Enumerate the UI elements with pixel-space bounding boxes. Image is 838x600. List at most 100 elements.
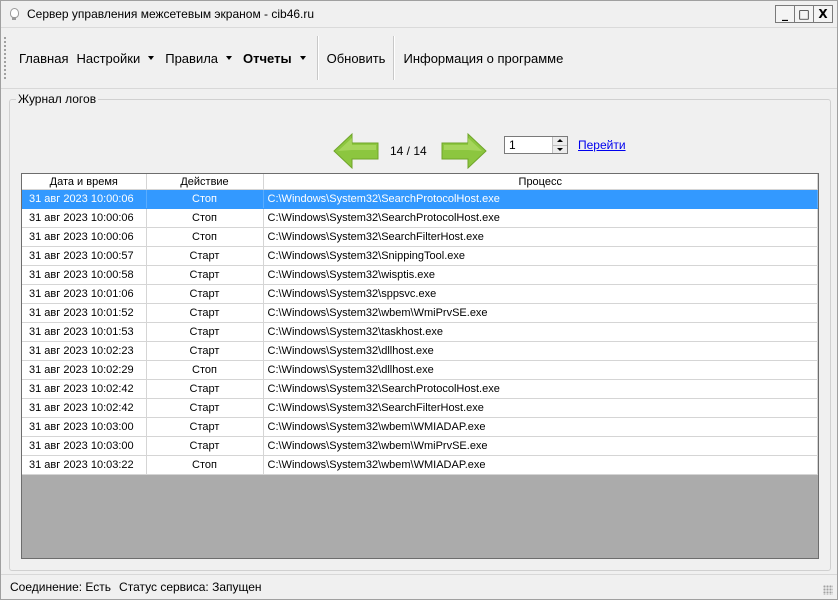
- cell-datetime[interactable]: 31 авг 2023 10:03:00: [22, 417, 147, 437]
- cell-action[interactable]: Старт: [146, 246, 264, 266]
- cell-datetime[interactable]: 31 авг 2023 10:00:06: [22, 189, 147, 209]
- service-status: Статус сервиса: Запущен: [119, 580, 262, 594]
- column-header-action[interactable]: Действие: [146, 174, 264, 190]
- menu-separator: [316, 36, 319, 80]
- maximize-button[interactable]: □: [794, 5, 814, 23]
- arrow-right-icon[interactable]: [438, 132, 488, 170]
- cell-action[interactable]: Старт: [146, 322, 264, 342]
- cell-process[interactable]: C:\Windows\System32\wbem\WmiPrvSE.exe: [263, 436, 818, 456]
- table-row[interactable]: 31 авг 2023 10:02:42 Старт C:\Windows\Syst…: [22, 398, 818, 418]
- chevron-up-icon: [557, 139, 563, 143]
- cell-datetime[interactable]: 31 авг 2023 10:01:53: [22, 322, 147, 342]
- table-row[interactable]: 31 авг 2023 10:00:06 Стоп C:\Windows\Syste…: [22, 189, 818, 209]
- log-groupbox: Журнал логов 14 / 14 1 Перейти Дата и вр…: [9, 92, 831, 571]
- chevron-down-icon: [148, 56, 155, 60]
- menu-rules[interactable]: Правила: [161, 47, 239, 69]
- cell-process[interactable]: C:\Windows\System32\SearchProtocolHost.e…: [263, 189, 818, 209]
- table-row[interactable]: 31 авг 2023 10:01:52 Старт C:\Windows\Syst…: [22, 303, 818, 323]
- cell-process[interactable]: C:\Windows\System32\SearchProtocolHost.e…: [263, 208, 818, 228]
- cell-action[interactable]: Старт: [146, 284, 264, 304]
- cell-action[interactable]: Стоп: [146, 360, 264, 380]
- cell-action[interactable]: Старт: [146, 398, 264, 418]
- status-bar: Соединение: Есть Статус сервиса: Запущен: [1, 574, 837, 599]
- menu-reports[interactable]: Отчеты: [239, 47, 313, 69]
- stepper-up-button[interactable]: [553, 137, 567, 145]
- cell-process[interactable]: C:\Windows\System32\SearchFilterHost.exe: [263, 227, 818, 247]
- cell-process[interactable]: C:\Windows\System32\dllhost.exe: [263, 360, 818, 380]
- chevron-down-icon: [299, 56, 306, 60]
- cell-process[interactable]: C:\Windows\System32\taskhost.exe: [263, 322, 818, 342]
- table-row[interactable]: 31 авг 2023 10:02:29 Стоп C:\Windows\Syste…: [22, 360, 818, 380]
- stepper-buttons: [552, 137, 567, 153]
- title-bar: Сервер управления межсетевым экраном - c…: [1, 1, 837, 28]
- table-row[interactable]: 31 авг 2023 10:00:58 Старт C:\Windows\Syst…: [22, 265, 818, 285]
- cell-process[interactable]: C:\Windows\System32\wbem\WMIADAP.exe: [263, 417, 818, 437]
- table-row[interactable]: 31 авг 2023 10:01:06 Старт C:\Windows\Syst…: [22, 284, 818, 304]
- app-window: Сервер управления межсетевым экраном - c…: [0, 0, 838, 600]
- cell-datetime[interactable]: 31 авг 2023 10:02:42: [22, 398, 147, 418]
- table-row[interactable]: 31 авг 2023 10:01:53 Старт C:\Windows\Syst…: [22, 322, 818, 342]
- menu-about[interactable]: Информация о программе: [399, 47, 567, 69]
- log-group-label: Журнал логов: [16, 92, 99, 106]
- menu-home[interactable]: Главная: [15, 47, 72, 69]
- cell-action[interactable]: Старт: [146, 265, 264, 285]
- cell-process[interactable]: C:\Windows\System32\SnippingTool.exe: [263, 246, 818, 266]
- cell-action[interactable]: Стоп: [146, 208, 264, 228]
- connection-status: Соединение: Есть: [10, 580, 112, 594]
- column-header-process[interactable]: Процесс: [263, 174, 818, 190]
- minimize-button[interactable]: _: [775, 5, 795, 23]
- cell-process[interactable]: C:\Windows\System32\sppsvc.exe: [263, 284, 818, 304]
- cell-datetime[interactable]: 31 авг 2023 10:00:57: [22, 246, 147, 266]
- cell-process[interactable]: C:\Windows\System32\SearchProtocolHost.e…: [263, 379, 818, 399]
- goto-link[interactable]: Перейти: [578, 138, 626, 152]
- cell-action[interactable]: Стоп: [146, 227, 264, 247]
- window-title: Сервер управления межсетевым экраном - c…: [27, 7, 315, 21]
- table-row[interactable]: 31 авг 2023 10:03:00 Старт C:\Windows\Syst…: [22, 436, 818, 456]
- table-row[interactable]: 31 авг 2023 10:03:22 Стоп C:\Windows\Syste…: [22, 455, 818, 475]
- menu-refresh[interactable]: Обновить: [323, 47, 390, 69]
- cell-datetime[interactable]: 31 авг 2023 10:00:06: [22, 208, 147, 228]
- cell-datetime[interactable]: 31 авг 2023 10:00:58: [22, 265, 147, 285]
- page-indicator: 14 / 14: [390, 144, 427, 158]
- cell-datetime[interactable]: 31 авг 2023 10:02:29: [22, 360, 147, 380]
- cell-process[interactable]: C:\Windows\System32\wisptis.exe: [263, 265, 818, 285]
- stepper-down-button[interactable]: [553, 144, 567, 153]
- toolbar-grip[interactable]: [4, 36, 6, 80]
- cell-process[interactable]: C:\Windows\System32\wbem\WMIADAP.exe: [263, 455, 818, 475]
- table-row[interactable]: 31 авг 2023 10:00:57 Старт C:\Windows\Syst…: [22, 246, 818, 266]
- cell-process[interactable]: C:\Windows\System32\SearchFilterHost.exe: [263, 398, 818, 418]
- column-header-datetime[interactable]: Дата и время: [22, 174, 147, 190]
- table-row[interactable]: 31 авг 2023 10:02:23 Старт C:\Windows\Syst…: [22, 341, 818, 361]
- cell-datetime[interactable]: 31 авг 2023 10:03:00: [22, 436, 147, 456]
- cell-datetime[interactable]: 31 авг 2023 10:00:06: [22, 227, 147, 247]
- resize-grip[interactable]: [823, 585, 833, 595]
- table-row[interactable]: 31 авг 2023 10:00:06 Стоп C:\Windows\Syste…: [22, 208, 818, 228]
- table-row[interactable]: 31 авг 2023 10:02:42 Старт C:\Windows\Syst…: [22, 379, 818, 399]
- table-row[interactable]: 31 авг 2023 10:00:06 Стоп C:\Windows\Syste…: [22, 227, 818, 247]
- chevron-down-icon: [226, 56, 233, 60]
- cell-action[interactable]: Старт: [146, 379, 264, 399]
- pager: 14 / 14 1 Перейти: [10, 130, 830, 170]
- log-table[interactable]: Дата и время Действие Процесс 31 авг 202…: [21, 173, 819, 559]
- cell-datetime[interactable]: 31 авг 2023 10:02:23: [22, 341, 147, 361]
- table-row[interactable]: 31 авг 2023 10:03:00 Старт C:\Windows\Syst…: [22, 417, 818, 437]
- cell-action[interactable]: Стоп: [146, 455, 264, 475]
- page-number-stepper[interactable]: 1: [504, 136, 568, 154]
- cell-datetime[interactable]: 31 авг 2023 10:02:42: [22, 379, 147, 399]
- cell-action[interactable]: Старт: [146, 417, 264, 437]
- cell-datetime[interactable]: 31 авг 2023 10:03:22: [22, 455, 147, 475]
- cell-action[interactable]: Старт: [146, 341, 264, 361]
- menu-bar: Главная Настройки Правила Отчеты Обновит…: [1, 28, 837, 89]
- table-header: Дата и время Действие Процесс: [22, 174, 818, 190]
- cell-action[interactable]: Старт: [146, 303, 264, 323]
- arrow-left-icon[interactable]: [332, 132, 382, 170]
- cell-action[interactable]: Стоп: [146, 189, 264, 209]
- cell-datetime[interactable]: 31 авг 2023 10:01:06: [22, 284, 147, 304]
- cell-process[interactable]: C:\Windows\System32\dllhost.exe: [263, 341, 818, 361]
- page-number-value[interactable]: 1: [505, 138, 552, 152]
- cell-action[interactable]: Старт: [146, 436, 264, 456]
- cell-process[interactable]: C:\Windows\System32\wbem\WmiPrvSE.exe: [263, 303, 818, 323]
- menu-settings[interactable]: Настройки: [72, 47, 161, 69]
- cell-datetime[interactable]: 31 авг 2023 10:01:52: [22, 303, 147, 323]
- close-button[interactable]: X: [813, 5, 833, 23]
